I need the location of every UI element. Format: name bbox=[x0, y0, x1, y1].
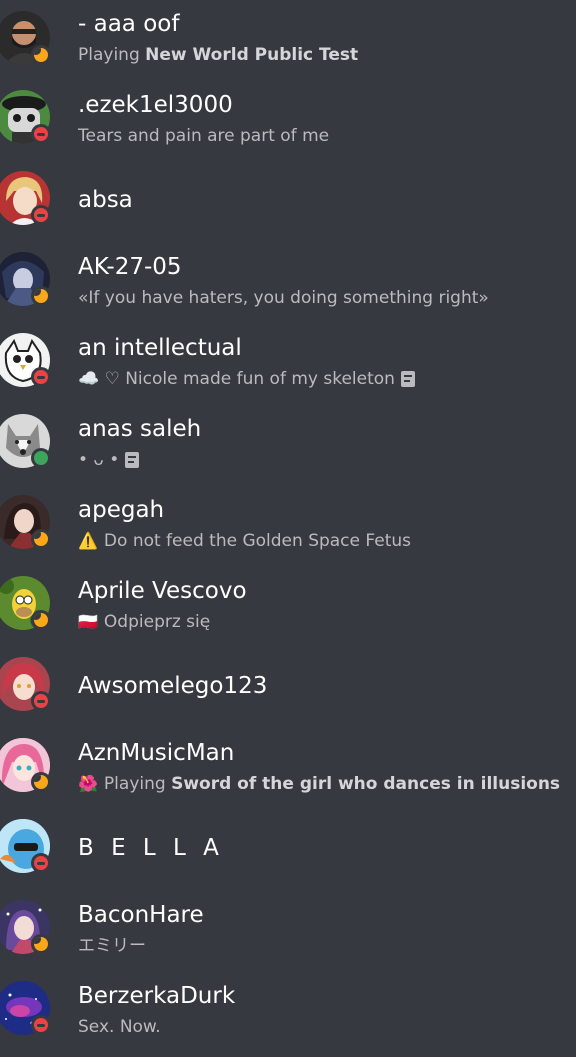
member-activity: 🇵🇱 Odpieprz się bbox=[78, 611, 210, 633]
member-row[interactable]: AznMusicMan 🌺 Playing Sword of the girl w… bbox=[0, 729, 576, 803]
status-dnd-icon bbox=[31, 853, 51, 873]
activity-text: ☁️ ♡ Nicole made fun of my skeleton bbox=[78, 369, 395, 389]
status-dnd-icon bbox=[31, 124, 51, 144]
member-row[interactable]: anas saleh • ᴗ • bbox=[0, 405, 576, 479]
member-activity: エミリー bbox=[78, 936, 146, 956]
warning-icon: ⚠️ bbox=[78, 531, 98, 550]
poland-flag-icon: 🇵🇱 bbox=[78, 612, 98, 631]
member-activity: Tears and pain are part of me bbox=[78, 126, 330, 146]
activity-text: Do not feed the Golden Space Fetus bbox=[103, 531, 412, 551]
member-row[interactable]: AK-27-05 «If you have haters, you doing … bbox=[0, 243, 576, 317]
member-name: B E L L A bbox=[78, 835, 224, 861]
member-name: absa bbox=[78, 187, 133, 213]
member-name: Aprile Vescovo bbox=[78, 578, 247, 604]
activity-text: • ᴗ • bbox=[78, 450, 120, 470]
member-activity: 🌺 Playing Sword of the girl who dances in… bbox=[78, 773, 560, 795]
member-activity: «If you have haters, you doing something… bbox=[78, 288, 489, 308]
member-row[interactable]: B E L L A bbox=[0, 810, 576, 884]
member-list: - aaa oof Playing New World Public Test … bbox=[0, 0, 576, 1057]
member-name: apegah bbox=[78, 497, 165, 523]
member-row[interactable]: Awsomelego123 bbox=[0, 648, 576, 722]
activity-prefix: Playing bbox=[103, 774, 166, 794]
member-name: - aaa oof bbox=[78, 11, 180, 37]
member-name: an intellectual bbox=[78, 335, 242, 361]
status-idle-icon bbox=[31, 772, 51, 792]
status-idle-icon bbox=[31, 529, 51, 549]
member-row[interactable]: absa bbox=[0, 162, 576, 236]
activity-text: Odpieprz się bbox=[103, 612, 211, 632]
member-row[interactable]: BaconHare エミリー bbox=[0, 891, 576, 965]
member-activity: Sex. Now. bbox=[78, 1017, 161, 1037]
activity-game: New World Public Test bbox=[145, 45, 359, 65]
status-idle-icon bbox=[31, 934, 51, 954]
member-name: anas saleh bbox=[78, 416, 202, 442]
member-name: .ezek1el3000 bbox=[78, 92, 233, 118]
member-activity: Playing New World Public Test bbox=[78, 44, 358, 66]
member-row[interactable]: apegah ⚠️ Do not feed the Golden Space Fe… bbox=[0, 486, 576, 560]
member-name: Awsomelego123 bbox=[78, 673, 268, 699]
member-name: AK-27-05 bbox=[78, 254, 182, 280]
member-row[interactable]: an intellectual ☁️ ♡ Nicole made fun of … bbox=[0, 324, 576, 398]
member-activity: ⚠️ Do not feed the Golden Space Fetus bbox=[78, 530, 411, 552]
member-name: BerzerkaDurk bbox=[78, 983, 236, 1009]
member-name: AznMusicMan bbox=[78, 740, 235, 766]
note-icon bbox=[400, 371, 415, 387]
member-row[interactable]: - aaa oof Playing New World Public Test bbox=[0, 0, 576, 74]
status-dnd-icon bbox=[31, 691, 51, 711]
status-dnd-icon bbox=[31, 205, 51, 225]
status-dnd-icon bbox=[31, 1015, 51, 1035]
activity-prefix: Playing bbox=[78, 45, 140, 65]
status-idle-icon bbox=[31, 610, 51, 630]
member-activity: • ᴗ • bbox=[78, 449, 140, 471]
member-row[interactable]: Aprile Vescovo 🇵🇱 Odpieprz się bbox=[0, 567, 576, 641]
hibiscus-icon: 🌺 bbox=[78, 774, 98, 793]
status-online-icon bbox=[31, 448, 51, 468]
member-row[interactable]: .ezek1el3000 Tears and pain are part of … bbox=[0, 81, 576, 155]
member-name: BaconHare bbox=[78, 902, 204, 928]
status-dnd-icon bbox=[31, 367, 51, 387]
note-icon bbox=[125, 452, 140, 468]
status-idle-icon bbox=[31, 45, 51, 65]
activity-game: Sword of the girl who dances in illusion… bbox=[171, 774, 561, 794]
member-row[interactable]: BerzerkaDurk Sex. Now. bbox=[0, 972, 576, 1046]
member-activity: ☁️ ♡ Nicole made fun of my skeleton bbox=[78, 368, 415, 390]
status-idle-icon bbox=[31, 286, 51, 306]
